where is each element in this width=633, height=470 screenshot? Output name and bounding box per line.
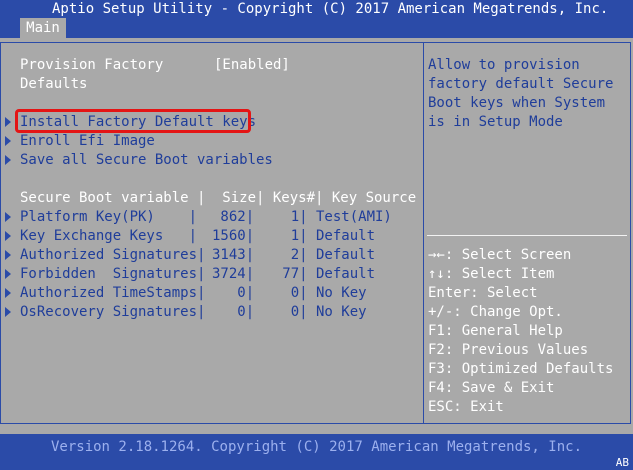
table-row-name[interactable]: OsRecovery Signatures| bbox=[20, 303, 205, 322]
submenu-arrow-icon bbox=[5, 231, 11, 241]
version-text: Version 2.18.1264. Copyright (C) 2017 Am… bbox=[50, 439, 582, 455]
submenu-arrow-icon bbox=[5, 250, 11, 260]
corner-label: AB bbox=[615, 456, 629, 469]
table-row-keys: 1| bbox=[257, 228, 308, 244]
key-help-enter: Enter: Select bbox=[428, 285, 538, 301]
key-help-f2: F2: Previous Values bbox=[428, 342, 589, 358]
table-row-source: No Key bbox=[316, 285, 367, 301]
provision-value[interactable]: [Enabled] bbox=[214, 56, 290, 75]
table-row-keys: 0| bbox=[257, 285, 308, 301]
tab-main[interactable]: Main bbox=[20, 18, 66, 38]
help-text: is in Setup Mode bbox=[428, 114, 563, 130]
table-row-source: Test(AMI) bbox=[316, 209, 392, 225]
key-help-f1: F1: General Help bbox=[428, 323, 563, 339]
title-bar: Aptio Setup Utility - Copyright (C) 2017… bbox=[0, 0, 633, 38]
table-row-keys: 77| bbox=[257, 266, 308, 282]
submenu-arrow-icon bbox=[5, 288, 11, 298]
table-row-name[interactable]: Platform Key(PK) | bbox=[20, 208, 197, 227]
table-row-source: No Key bbox=[316, 304, 367, 320]
selection-highlight bbox=[15, 109, 251, 133]
table-row-keys: 1| bbox=[257, 209, 308, 225]
help-text: factory default Secure bbox=[428, 76, 614, 92]
submenu-arrow-icon bbox=[5, 212, 11, 222]
table-header: Secure Boot variable | Size| Keys#| Key … bbox=[20, 190, 417, 206]
enroll-efi-image-item[interactable]: Enroll Efi Image bbox=[20, 132, 155, 151]
table-row-name[interactable]: Authorized TimeStamps| bbox=[20, 284, 205, 303]
key-help-select-screen: →←: Select Screen bbox=[428, 247, 572, 263]
key-help-esc: ESC: Exit bbox=[428, 399, 504, 415]
table-row-size: 0| bbox=[212, 285, 255, 301]
table-row-source: Default bbox=[316, 247, 376, 263]
help-text: Boot keys when System bbox=[428, 95, 606, 111]
table-row-keys: 2| bbox=[257, 247, 308, 263]
table-row-size: 1560| bbox=[212, 228, 255, 244]
provision-label: Provision Factory bbox=[20, 57, 164, 73]
table-row-source: Default bbox=[316, 266, 376, 282]
submenu-arrow-icon bbox=[5, 117, 11, 127]
table-row-size: 3724| bbox=[212, 266, 255, 282]
table-row-source: Default bbox=[316, 228, 376, 244]
key-help-f4: F4: Save & Exit bbox=[428, 380, 555, 396]
help-text: Allow to provision bbox=[428, 57, 580, 73]
submenu-arrow-icon bbox=[5, 307, 11, 317]
provision-label-cont: Defaults bbox=[20, 76, 88, 92]
table-row-name[interactable]: Key Exchange Keys | bbox=[20, 227, 197, 246]
table-row-name[interactable]: Forbidden Signatures| bbox=[20, 265, 205, 284]
save-secure-boot-vars-item[interactable]: Save all Secure Boot variables bbox=[20, 151, 273, 170]
key-help-select-item: ↑↓: Select Item bbox=[428, 266, 555, 282]
help-divider bbox=[427, 235, 627, 236]
submenu-arrow-icon bbox=[5, 269, 11, 279]
table-row-size: 3143| bbox=[212, 247, 255, 263]
submenu-arrow-icon bbox=[5, 155, 11, 165]
panel-divider bbox=[423, 42, 424, 424]
submenu-arrow-icon bbox=[5, 136, 11, 146]
table-row-size: 0| bbox=[212, 304, 255, 320]
footer-bar: Version 2.18.1264. Copyright (C) 2017 Am… bbox=[0, 434, 633, 470]
app-title: Aptio Setup Utility - Copyright (C) 2017… bbox=[52, 1, 609, 17]
key-help-change: +/-: Change Opt. bbox=[428, 304, 563, 320]
table-row-keys: 0| bbox=[257, 304, 308, 320]
table-row-size: 862| bbox=[212, 209, 255, 225]
key-help-f3: F3: Optimized Defaults bbox=[428, 361, 614, 377]
table-row-name[interactable]: Authorized Signatures| bbox=[20, 246, 205, 265]
